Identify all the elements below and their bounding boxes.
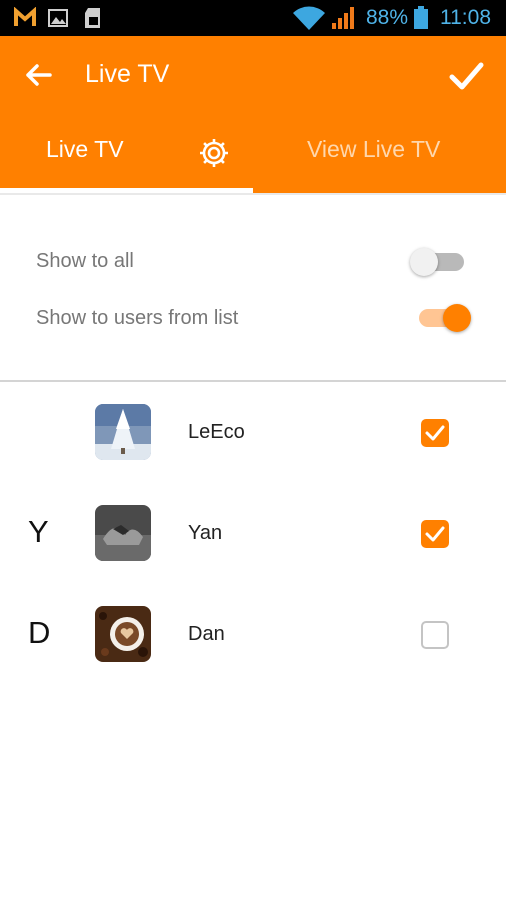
grayscale-splash-photo — [95, 505, 151, 561]
switch-thumb — [410, 248, 438, 276]
check-icon[interactable] — [446, 56, 486, 96]
app-bar: Live TV Live TV View Live TV — [0, 36, 506, 193]
contact-row-dan[interactable]: D Dan — [0, 585, 506, 686]
show-to-users-label: Show to users from list — [36, 307, 239, 329]
switch-thumb — [443, 304, 471, 332]
show-to-all-label: Show to all — [36, 250, 134, 272]
show-to-users-switch[interactable] — [413, 300, 473, 336]
snowy-tree-photo — [95, 404, 151, 460]
contact-name: LeEco — [188, 421, 245, 443]
divider — [0, 380, 506, 382]
check-icon — [425, 425, 445, 441]
clock: 11:08 — [440, 6, 491, 29]
contact-name: Yan — [188, 522, 223, 544]
contact-checkbox[interactable] — [421, 520, 449, 548]
contact-checkbox[interactable] — [421, 419, 449, 447]
image-icon — [48, 9, 68, 27]
m-app-icon — [14, 7, 36, 26]
check-icon — [425, 526, 445, 542]
signal-icon — [332, 7, 354, 29]
page-title: Live TV — [85, 60, 170, 88]
contact-row-leeco[interactable]: LeEco — [0, 383, 506, 484]
gear-icon[interactable] — [197, 136, 231, 170]
status-bar: 88% 11:08 — [0, 0, 506, 36]
divider — [0, 193, 506, 195]
tab-view-live-tv[interactable]: View Live TV — [307, 136, 440, 163]
contact-row-yan[interactable]: Y Yan — [0, 484, 506, 585]
contact-name: Dan — [188, 623, 225, 645]
battery-icon — [414, 6, 428, 29]
contact-checkbox[interactable] — [421, 621, 449, 649]
battery-percent: 88% — [366, 6, 409, 29]
section-letter: D — [28, 615, 51, 650]
section-letter: Y — [28, 514, 49, 549]
wifi-icon — [293, 6, 325, 30]
coffee-cup-photo — [95, 606, 151, 662]
show-to-all-switch[interactable] — [410, 244, 470, 280]
tab-live-tv[interactable]: Live TV — [46, 136, 124, 163]
sd-card-icon — [85, 8, 100, 28]
arrow-left-icon[interactable] — [22, 58, 56, 92]
